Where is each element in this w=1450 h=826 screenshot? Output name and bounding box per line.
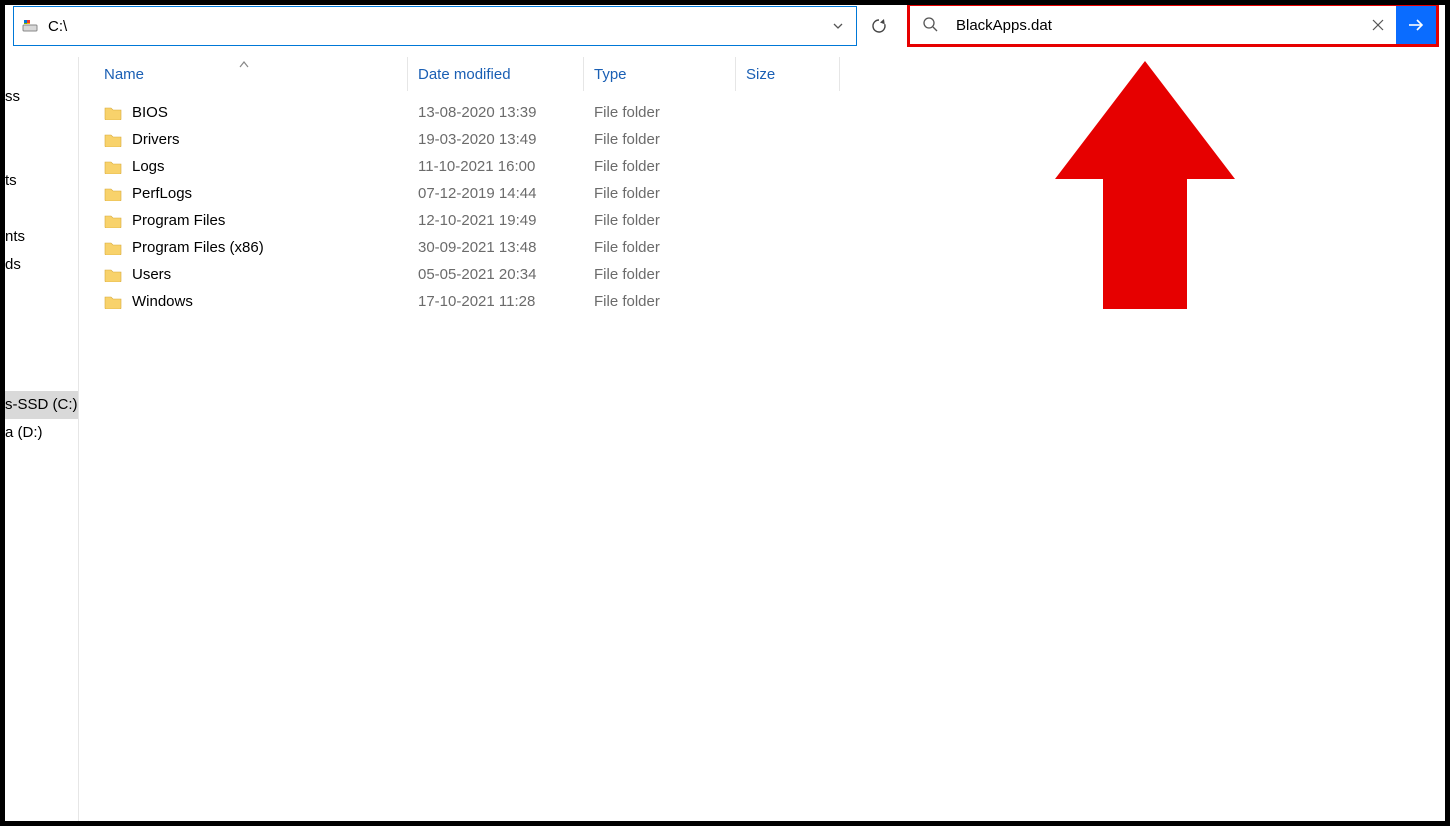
sidebar-item[interactable]: ss [5, 83, 78, 111]
sidebar-item[interactable] [5, 195, 78, 223]
folder-icon [104, 160, 122, 174]
column-header-type-label: Type [594, 66, 627, 83]
navigation-sidebar: ss ts ntsds s-SSD (C:)a (D:) [5, 57, 79, 821]
file-name: Windows [132, 293, 193, 310]
file-type: File folder [584, 239, 736, 256]
sidebar-item[interactable]: nts [5, 223, 78, 251]
file-type: File folder [584, 266, 736, 283]
sidebar-item[interactable] [5, 307, 78, 335]
file-date: 17-10-2021 11:28 [408, 293, 584, 310]
file-name: Drivers [132, 131, 180, 148]
search-submit-button[interactable] [1396, 6, 1436, 44]
file-type: File folder [584, 104, 736, 121]
search-clear-button[interactable] [1364, 19, 1392, 31]
chevron-down-icon [832, 20, 844, 32]
refresh-button[interactable] [861, 6, 897, 46]
folder-icon [104, 133, 122, 147]
file-type: File folder [584, 131, 736, 148]
toolbar: C:\ [5, 5, 1445, 43]
file-name: Program Files [132, 212, 225, 229]
column-header-date-label: Date modified [418, 66, 511, 83]
table-row[interactable]: Logs 11-10-2021 16:00File folder [80, 153, 1445, 180]
file-date: 12-10-2021 19:49 [408, 212, 584, 229]
folder-icon [104, 295, 122, 309]
folder-icon [104, 241, 122, 255]
column-header-size-label: Size [746, 66, 775, 83]
sidebar-item[interactable] [5, 279, 78, 307]
address-path[interactable]: C:\ [48, 18, 824, 35]
arrow-right-icon [1406, 15, 1426, 35]
table-row[interactable]: Program Files (x86) 30-09-2021 13:48File … [80, 234, 1445, 261]
sort-indicator [239, 55, 249, 72]
file-name: PerfLogs [132, 185, 192, 202]
file-type: File folder [584, 158, 736, 175]
table-row[interactable]: PerfLogs 07-12-2019 14:44File folder [80, 180, 1445, 207]
explorer-window: C:\ [5, 5, 1445, 821]
table-row[interactable]: BIOS 13-08-2020 13:39File folder [80, 99, 1445, 126]
column-header-name[interactable]: Name [80, 57, 408, 91]
file-date: 07-12-2019 14:44 [408, 185, 584, 202]
file-date: 30-09-2021 13:48 [408, 239, 584, 256]
address-dropdown[interactable] [824, 20, 852, 32]
file-type: File folder [584, 185, 736, 202]
search-box-highlight [907, 5, 1439, 47]
sidebar-item[interactable] [5, 363, 78, 391]
sidebar-item[interactable] [5, 335, 78, 363]
sidebar-item[interactable]: ts [5, 167, 78, 195]
sidebar-item[interactable]: a (D:) [5, 419, 78, 447]
table-row[interactable]: Drivers 19-03-2020 13:49File folder [80, 126, 1445, 153]
column-headers: Name Date modified Type Size [80, 57, 1445, 91]
folder-icon [104, 187, 122, 201]
search-box[interactable] [910, 6, 1396, 44]
sidebar-item[interactable]: ds [5, 251, 78, 279]
file-name: Users [132, 266, 171, 283]
file-type: File folder [584, 293, 736, 310]
file-name: Logs [132, 158, 165, 175]
file-date: 05-05-2021 20:34 [408, 266, 584, 283]
sidebar-item[interactable] [5, 139, 78, 167]
column-header-name-label: Name [104, 66, 144, 83]
folder-icon [104, 214, 122, 228]
file-date: 19-03-2020 13:49 [408, 131, 584, 148]
close-icon [1372, 19, 1384, 31]
search-icon [922, 16, 938, 35]
column-header-date[interactable]: Date modified [408, 57, 584, 91]
folder-icon [104, 106, 122, 120]
table-row[interactable]: Windows 17-10-2021 11:28File folder [80, 288, 1445, 315]
drive-icon [22, 19, 40, 33]
file-name: Program Files (x86) [132, 239, 264, 256]
file-list-pane: Name Date modified Type Size BIOS 13-08-2… [80, 57, 1445, 821]
caret-up-icon [239, 60, 249, 68]
address-bar[interactable]: C:\ [13, 6, 857, 46]
folder-icon [104, 268, 122, 282]
refresh-icon [870, 17, 888, 35]
file-rows: BIOS13-08-2020 13:39File folderDrivers19… [80, 91, 1445, 315]
column-header-size[interactable]: Size [736, 57, 840, 91]
table-row[interactable]: Users 05-05-2021 20:34File folder [80, 261, 1445, 288]
file-type: File folder [584, 212, 736, 229]
file-date: 13-08-2020 13:39 [408, 104, 584, 121]
table-row[interactable]: Program Files 12-10-2021 19:49File folder [80, 207, 1445, 234]
file-date: 11-10-2021 16:00 [408, 158, 584, 175]
sidebar-item[interactable] [5, 111, 78, 139]
column-header-type[interactable]: Type [584, 57, 736, 91]
sidebar-item[interactable]: s-SSD (C:) [5, 391, 78, 419]
search-input[interactable] [956, 17, 1364, 34]
file-name: BIOS [132, 104, 168, 121]
